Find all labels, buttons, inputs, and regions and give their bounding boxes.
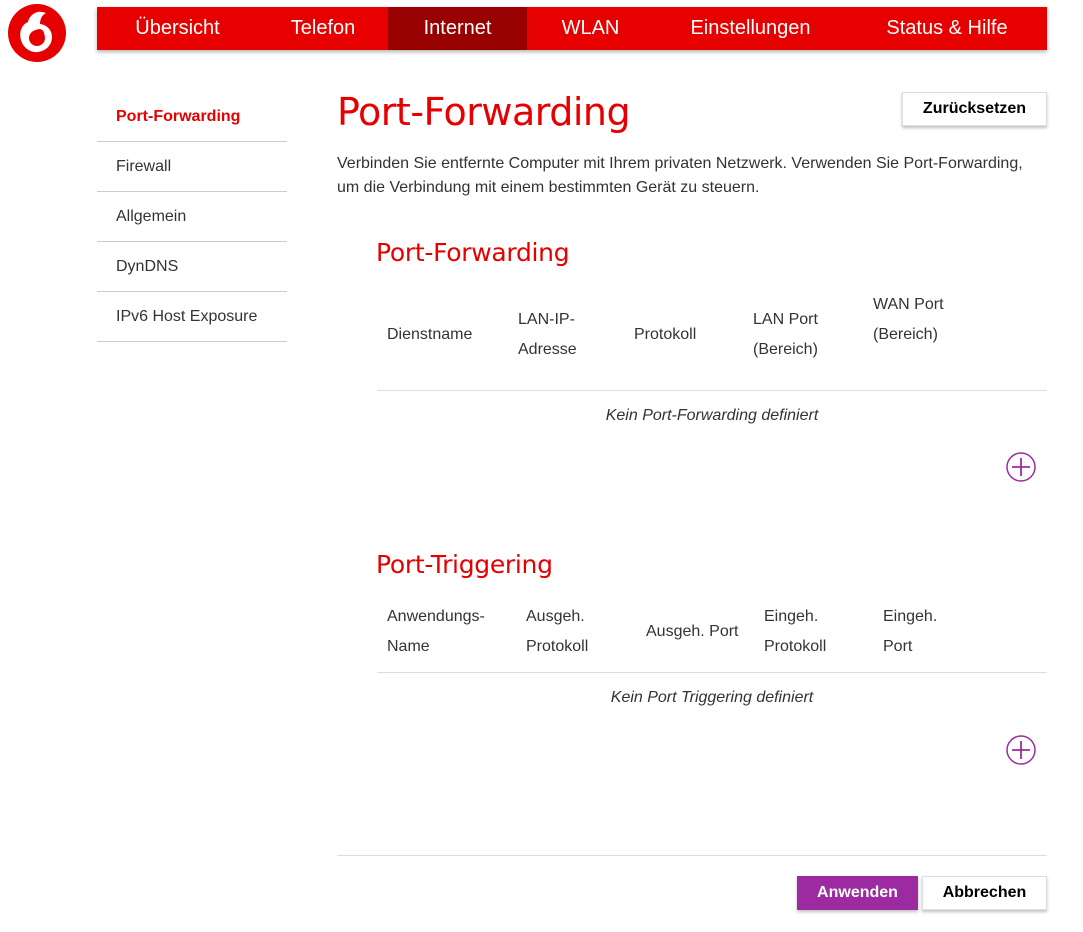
- sidebar-item-port-forwarding[interactable]: Port-Forwarding: [97, 92, 287, 142]
- port-triggering-section-title: Port-Triggering: [376, 550, 553, 579]
- column-header: LAN Port (Bereich): [753, 311, 818, 358]
- page-title: Port-Forwarding: [337, 90, 631, 134]
- vodafone-logo[interactable]: [7, 3, 67, 63]
- sidebar-item-firewall[interactable]: Firewall: [97, 142, 287, 192]
- nav-internet[interactable]: Internet: [388, 7, 527, 50]
- plus-circle-icon: [1006, 735, 1036, 765]
- add-port-forwarding-button[interactable]: [1006, 452, 1036, 482]
- column-header: Protokoll: [634, 326, 697, 343]
- sidebar-item-ipv6-host-exposure[interactable]: IPv6 Host Exposure: [97, 292, 287, 342]
- nav-wlan[interactable]: WLAN: [527, 7, 654, 50]
- column-header: Anwendungs-Name: [387, 608, 485, 655]
- port-triggering-empty-message: Kein Port Triggering definiert: [610, 689, 814, 706]
- column-header: Ausgeh. Port: [646, 623, 739, 640]
- nav-uebersicht[interactable]: Übersicht: [97, 7, 258, 50]
- page-description: Verbinden Sie entfernte Computer mit Ihr…: [337, 155, 1023, 196]
- column-header: Ausgeh. Protokoll: [526, 608, 589, 655]
- footer-divider: [337, 855, 1047, 856]
- nav-einstellungen[interactable]: Einstellungen: [654, 7, 847, 50]
- port-triggering-table-header: Anwendungs-Name Ausgeh. Protokoll Ausgeh…: [377, 602, 1047, 673]
- sidebar-item-dyndns[interactable]: DynDNS: [97, 242, 287, 292]
- nav-telefon[interactable]: Telefon: [258, 7, 388, 50]
- column-header: LAN-IP-Adresse: [518, 311, 577, 358]
- column-header: Eingeh. Port: [883, 608, 938, 655]
- cancel-button[interactable]: Abbrechen: [922, 876, 1047, 910]
- column-header: Dienstname: [387, 326, 473, 343]
- port-forwarding-table-header: Dienstname LAN-IP-Adresse Protokoll LAN …: [377, 290, 1047, 391]
- column-header: WAN Port (Bereich): [873, 296, 944, 343]
- apply-button[interactable]: Anwenden: [797, 876, 918, 910]
- reset-button[interactable]: Zurücksetzen: [902, 92, 1047, 126]
- sidebar-item-allgemein[interactable]: Allgemein: [97, 192, 287, 242]
- column-header: Eingeh. Protokoll: [764, 608, 827, 655]
- port-forwarding-section-title: Port-Forwarding: [376, 238, 570, 267]
- nav-status-hilfe[interactable]: Status & Hilfe: [847, 7, 1047, 50]
- plus-circle-icon: [1006, 452, 1036, 482]
- add-port-triggering-button[interactable]: [1006, 735, 1036, 765]
- port-forwarding-empty-message: Kein Port-Forwarding definiert: [605, 407, 819, 424]
- sidebar: Port-Forwarding Firewall Allgemein DynDN…: [97, 92, 287, 342]
- main-navigation: Übersicht Telefon Internet WLAN Einstell…: [97, 7, 1047, 50]
